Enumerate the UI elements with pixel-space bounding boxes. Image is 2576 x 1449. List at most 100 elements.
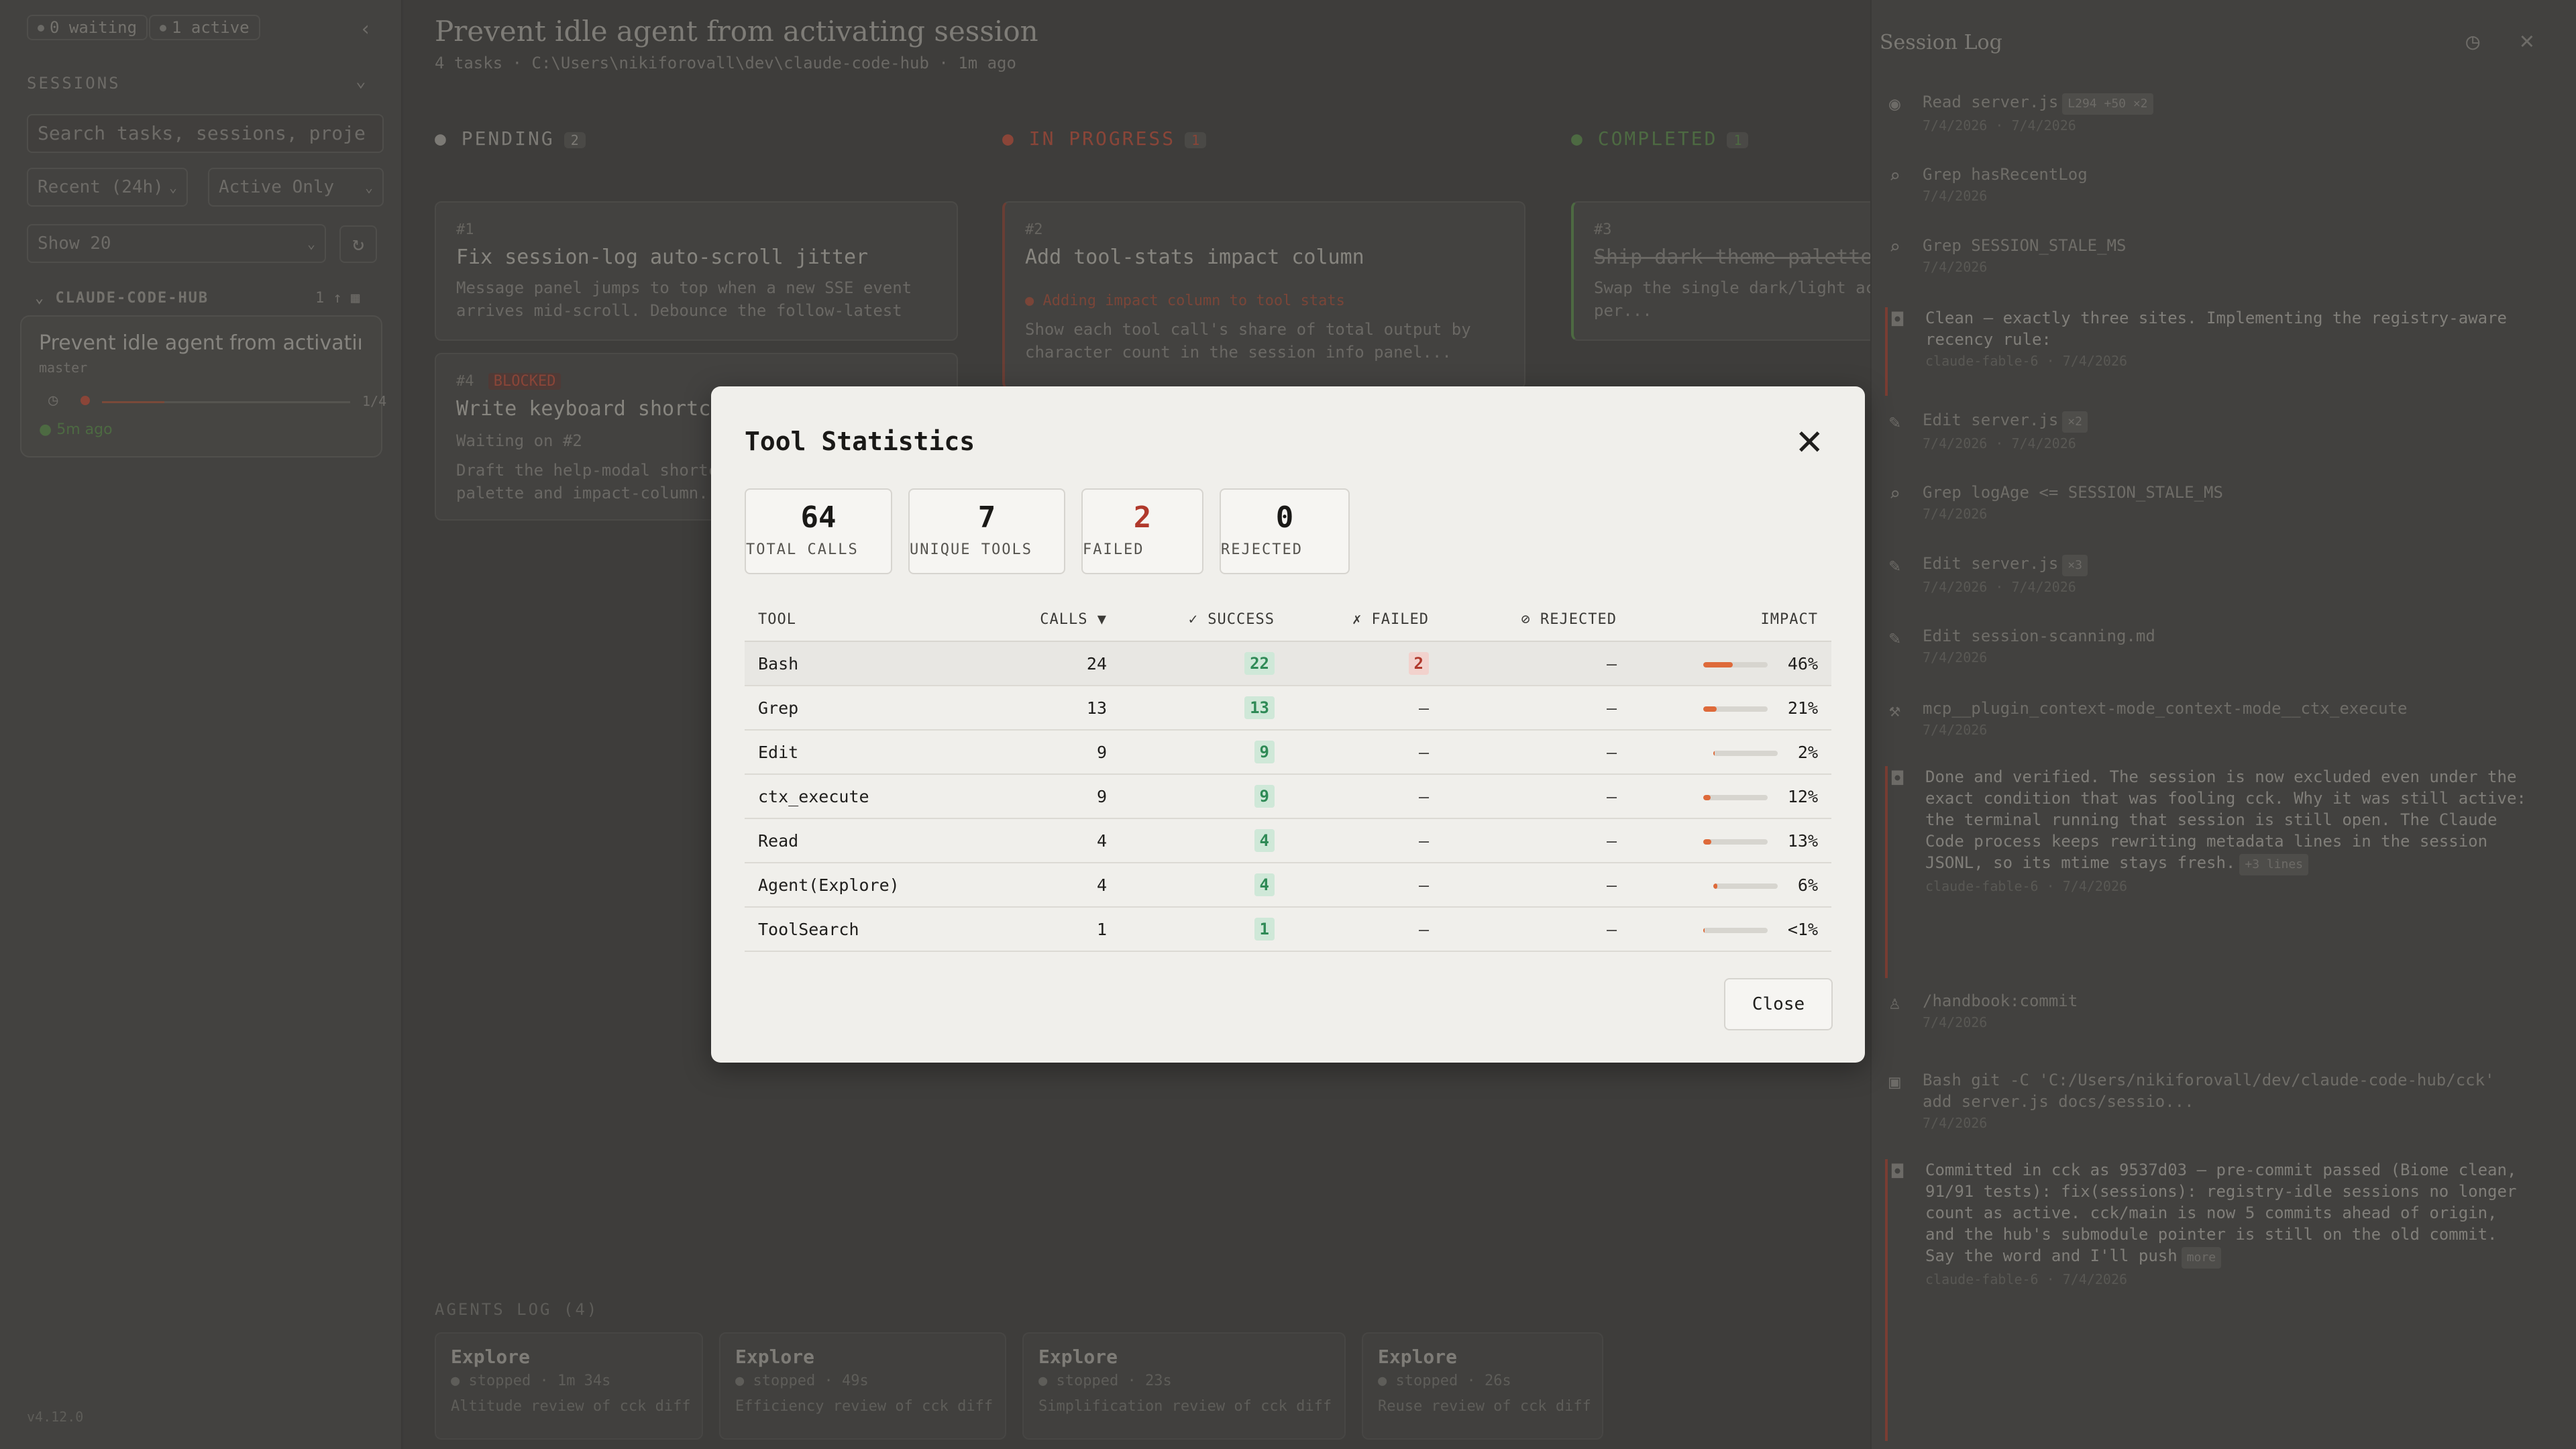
close-icon[interactable]: ✕: [1796, 419, 1823, 462]
table-row: Read 4 4— —13%: [745, 818, 1831, 863]
table-header-row: TOOL CALLS ▼ ✓ SUCCESS ✗ FAILED ⊘ REJECT…: [745, 598, 1831, 642]
stat-rejected: 0 REJECTED: [1220, 488, 1350, 574]
rejected-cell: —: [1442, 907, 1630, 952]
stat-value: 0: [1275, 500, 1294, 535]
success-cell: 4: [1120, 863, 1288, 908]
stat-label: TOTAL CALLS: [746, 541, 859, 558]
rejected-cell: —: [1442, 863, 1630, 908]
impact-bar: [1703, 794, 1768, 800]
table-row: Edit 9 9— —2%: [745, 730, 1831, 775]
tool-name: Read: [745, 818, 959, 863]
empty-dash: —: [1606, 742, 1617, 762]
impact-percent: 46%: [1787, 653, 1818, 674]
failed-cell: —: [1288, 774, 1442, 819]
empty-dash: —: [1418, 919, 1429, 939]
rejected-cell: —: [1442, 686, 1630, 731]
empty-dash: —: [1606, 875, 1617, 895]
tool-name: Edit: [745, 730, 959, 775]
stat-label: REJECTED: [1221, 541, 1303, 558]
empty-dash: —: [1606, 786, 1617, 806]
close-button[interactable]: Close: [1724, 978, 1833, 1030]
impact-bar-fill: [1703, 794, 1711, 800]
failed-cell: —: [1288, 907, 1442, 952]
stat-value: 2: [1133, 500, 1152, 535]
tool-name: ToolSearch: [745, 907, 959, 952]
success-count-badge: 4: [1254, 829, 1275, 852]
table-row: ctx_execute 9 9— —12%: [745, 774, 1831, 819]
impact-bar-fill: [1703, 661, 1733, 667]
column-header-impact[interactable]: IMPACT: [1630, 598, 1831, 642]
impact-cell: 6%: [1630, 863, 1831, 908]
rejected-cell: —: [1442, 641, 1630, 686]
column-header-failed[interactable]: ✗ FAILED: [1288, 598, 1442, 642]
impact-cell: 2%: [1630, 730, 1831, 775]
tool-stats-table: TOOL CALLS ▼ ✓ SUCCESS ✗ FAILED ⊘ REJECT…: [745, 598, 1831, 952]
impact-percent: 2%: [1797, 742, 1818, 762]
success-count-badge: 9: [1254, 785, 1275, 808]
stat-label: FAILED: [1083, 541, 1144, 558]
impact-bar-fill: [1703, 927, 1705, 933]
calls-count: 1: [959, 907, 1120, 952]
impact-bar-fill: [1703, 706, 1717, 712]
tool-name: Agent(Explore): [745, 863, 959, 908]
impact-percent: 21%: [1787, 698, 1818, 718]
impact-cell: 12%: [1630, 774, 1831, 819]
impact-percent: 13%: [1787, 830, 1818, 851]
column-header-tool[interactable]: TOOL: [745, 598, 959, 642]
table-row: Bash 24 22 2—46%: [745, 641, 1831, 686]
empty-dash: —: [1418, 786, 1429, 806]
impact-bar: [1713, 750, 1778, 756]
impact-bar-fill: [1713, 883, 1717, 889]
failed-cell: 2: [1288, 641, 1442, 686]
success-count-badge: 1: [1254, 918, 1275, 941]
impact-bar-fill: [1713, 750, 1715, 756]
table-row: ToolSearch 1 1— — <1%: [745, 907, 1831, 952]
column-header-success[interactable]: ✓ SUCCESS: [1120, 598, 1288, 642]
stat-unique-tools: 7 UNIQUE TOOLS: [908, 488, 1065, 574]
stat-value: 64: [800, 500, 837, 535]
impact-bar: [1703, 927, 1768, 933]
empty-dash: —: [1606, 919, 1617, 939]
impact-cell: 13%: [1630, 818, 1831, 863]
impact-cell: 46%: [1630, 641, 1831, 686]
calls-count: 9: [959, 730, 1120, 775]
empty-dash: —: [1606, 698, 1617, 718]
table-row: Agent(Explore) 4 4— —6%: [745, 863, 1831, 908]
success-count-badge: 4: [1254, 873, 1275, 896]
success-cell: 4: [1120, 818, 1288, 863]
failed-cell: —: [1288, 686, 1442, 731]
empty-dash: —: [1606, 830, 1617, 851]
failed-cell: —: [1288, 863, 1442, 908]
impact-percent: <1%: [1787, 919, 1818, 939]
calls-count: 4: [959, 818, 1120, 863]
impact-bar: [1703, 839, 1768, 845]
modal-backdrop[interactable]: Tool Statistics ✕ 64 TOTAL CALLS 7 UNIQU…: [0, 0, 2576, 1449]
success-cell: 9: [1120, 774, 1288, 819]
impact-cell: 21%: [1630, 686, 1831, 731]
stat-failed: 2 FAILED: [1081, 488, 1203, 574]
empty-dash: —: [1418, 742, 1429, 762]
tool-name: ctx_execute: [745, 774, 959, 819]
impact-percent: 12%: [1787, 786, 1818, 806]
calls-count: 9: [959, 774, 1120, 819]
modal-title: Tool Statistics: [745, 427, 975, 456]
impact-cell: <1%: [1630, 907, 1831, 952]
tool-name: Bash: [745, 641, 959, 686]
empty-dash: —: [1606, 653, 1617, 674]
success-cell: 13: [1120, 686, 1288, 731]
impact-percent: 6%: [1797, 875, 1818, 895]
empty-dash: —: [1418, 830, 1429, 851]
rejected-cell: —: [1442, 818, 1630, 863]
calls-count: 13: [959, 686, 1120, 731]
failed-cell: —: [1288, 818, 1442, 863]
calls-count: 4: [959, 863, 1120, 908]
success-count-badge: 13: [1244, 696, 1275, 719]
stat-value: 7: [977, 500, 996, 535]
column-header-rejected[interactable]: ⊘ REJECTED: [1442, 598, 1630, 642]
table-row: Grep 13 13— —21%: [745, 686, 1831, 731]
column-header-calls[interactable]: CALLS ▼: [959, 598, 1120, 642]
calls-count: 24: [959, 641, 1120, 686]
tool-name: Grep: [745, 686, 959, 731]
failed-cell: —: [1288, 730, 1442, 775]
rejected-cell: —: [1442, 730, 1630, 775]
